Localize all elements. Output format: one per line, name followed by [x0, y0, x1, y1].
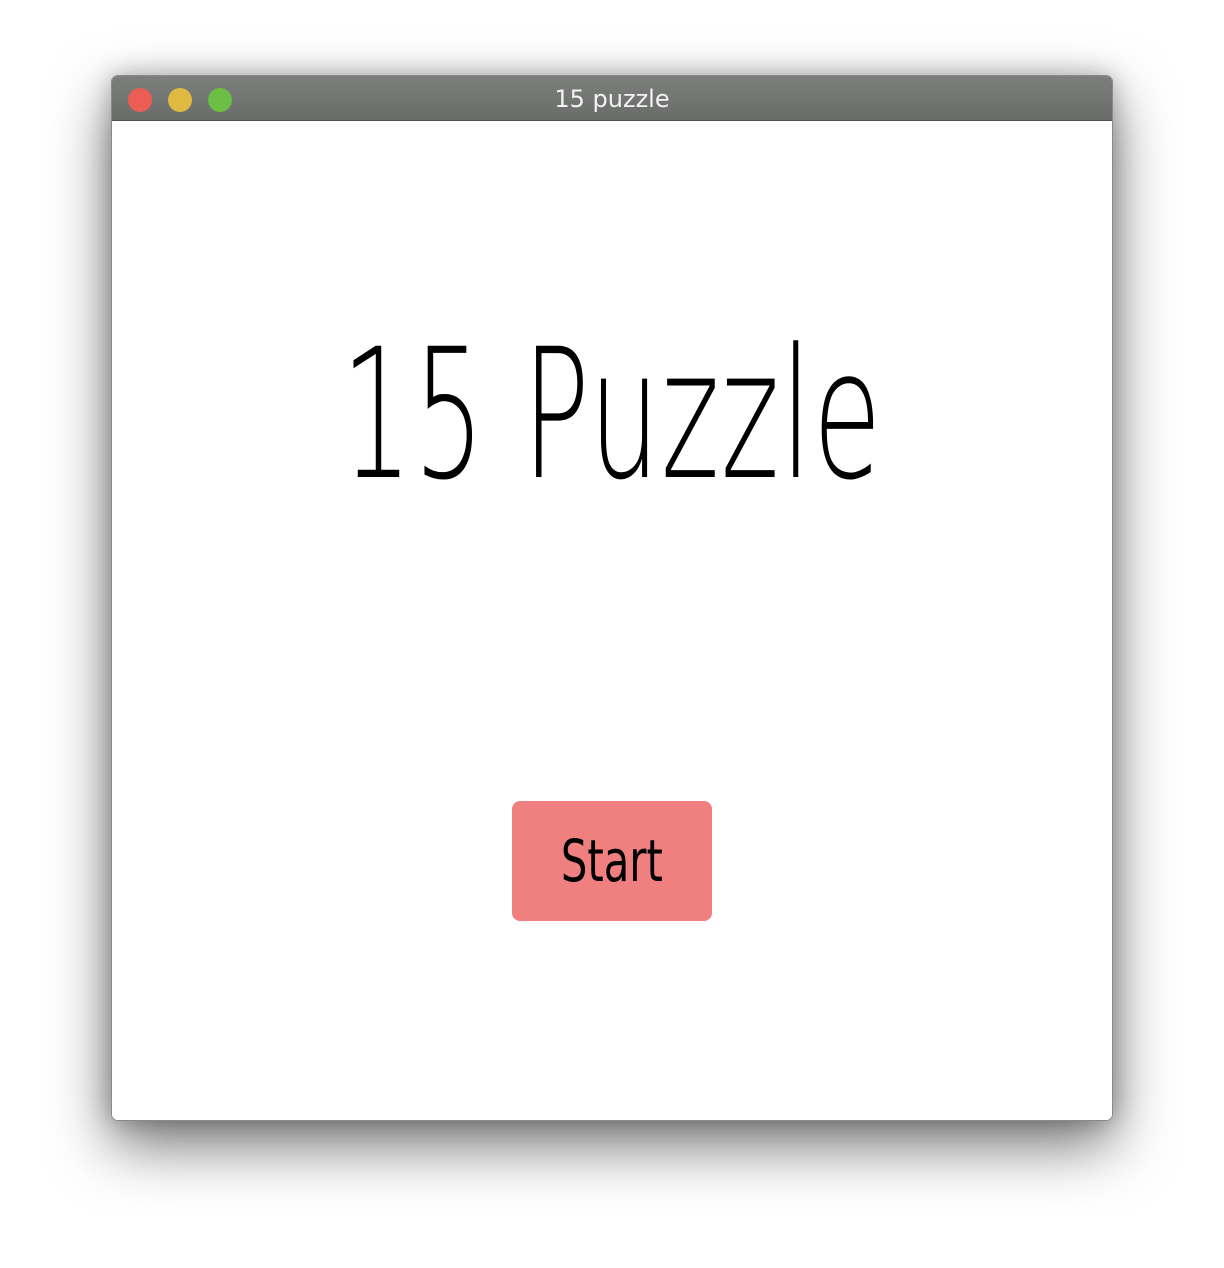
window-title: 15 puzzle	[554, 85, 670, 113]
title-bar[interactable]: 15 puzzle	[112, 76, 1112, 121]
game-title-heading: 15 Puzzle	[341, 311, 883, 520]
start-button-label: Start	[560, 827, 664, 895]
app-window: 15 puzzle 15 Puzzle Start	[111, 75, 1113, 1121]
start-button[interactable]: Start	[512, 801, 712, 921]
main-content: 15 Puzzle Start	[112, 121, 1112, 1120]
